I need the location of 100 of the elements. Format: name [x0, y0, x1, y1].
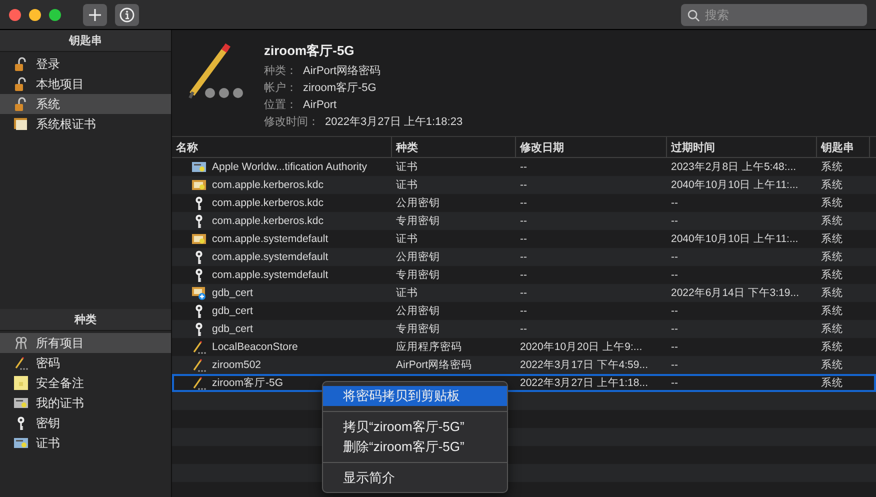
info-button[interactable]	[115, 4, 139, 26]
table-cell: --	[671, 197, 678, 209]
table-cell: --	[671, 359, 678, 371]
field-label: 种类：	[264, 64, 297, 79]
menu-item[interactable]: 删除“ziroom客厅-5G”	[323, 437, 507, 457]
add-button[interactable]	[83, 4, 107, 26]
certificate-icon	[14, 117, 28, 131]
field-value: AirPort网络密码	[303, 64, 381, 79]
sidebar-item[interactable]: 证书	[0, 433, 171, 453]
table-cell: 系统	[821, 178, 843, 192]
table-cell: --	[520, 305, 527, 317]
column-header[interactable]: 种类	[392, 137, 516, 157]
table-cell: 2022年3月17日 下午4:59...	[520, 358, 648, 372]
table-cell: 系统	[821, 232, 843, 246]
sidebar-item[interactable]: 密钥	[0, 413, 171, 433]
table-cell: AirPort网络密码	[396, 358, 472, 372]
table-cell: 证书	[396, 286, 418, 300]
pencil-icon	[192, 340, 206, 354]
field-label: 帐户：	[264, 81, 297, 96]
table-cell: Apple Worldw...tification Authority	[212, 161, 368, 173]
table-cell: com.apple.kerberos.kdc	[212, 197, 324, 209]
search-icon	[687, 8, 700, 22]
padlock-icon	[14, 77, 28, 91]
keys-icon	[14, 336, 28, 350]
table-cell: 证书	[396, 232, 418, 246]
table-cell: --	[520, 197, 527, 209]
table-row[interactable]: gdb_cert 专用密钥 -- -- 系统	[172, 320, 876, 338]
certificate-icon	[14, 396, 28, 410]
table-cell: --	[671, 251, 678, 263]
table-cell: 系统	[821, 340, 843, 354]
table-cell: 系统	[821, 160, 843, 174]
section-header: 钥匙串	[69, 34, 102, 48]
table-cell: 系统	[821, 322, 843, 336]
pencil-icon	[14, 356, 28, 370]
sidebar-item[interactable]: 安全备注	[0, 373, 171, 393]
table-cell: --	[671, 341, 678, 353]
table-row[interactable]: ziroom502 AirPort网络密码 2022年3月17日 下午4:59... -- 系统	[172, 356, 876, 374]
table-row[interactable]: com.apple.systemdefault 公用密钥 -- -- 系统	[172, 248, 876, 266]
pencil-icon	[192, 376, 206, 390]
field-label: 位置：	[264, 98, 297, 113]
table-cell: gdb_cert	[212, 323, 253, 335]
certificate-icon	[14, 436, 28, 450]
column-header[interactable]: 钥匙串	[817, 137, 870, 157]
menu-item[interactable]: 显示简介	[323, 468, 507, 488]
sidebar-item[interactable]: 登录	[0, 54, 171, 74]
table-cell: com.apple.kerberos.kdc	[212, 215, 324, 227]
zoom-button[interactable]	[49, 8, 61, 20]
table-cell: 公用密钥	[396, 250, 440, 264]
table-cell: 系统	[821, 286, 843, 300]
table-cell: --	[520, 161, 527, 173]
padlock-icon	[14, 97, 28, 111]
table-cell: --	[671, 377, 678, 389]
item-title: ziroom客厅-5G	[264, 42, 356, 60]
table-cell: --	[671, 215, 678, 227]
table-cell: 2020年10月20日 上午9:...	[520, 340, 642, 354]
table-row[interactable]: com.apple.kerberos.kdc 专用密钥 -- -- 系统	[172, 212, 876, 230]
sidebar-item[interactable]: 所有项目	[0, 333, 171, 353]
table-cell: ziroom客厅-5G	[212, 376, 284, 390]
table-row[interactable]: gdb_cert 证书 -- 2022年6月14日 下午3:19... 系统	[172, 284, 876, 302]
column-header[interactable]: 过期时间	[667, 137, 817, 157]
table-cell: 系统	[821, 304, 843, 318]
table-cell: --	[520, 233, 527, 245]
field-label: 修改时间：	[264, 115, 319, 130]
note-icon	[14, 376, 28, 390]
column-header[interactable]: 修改日期	[516, 137, 667, 157]
field-value: 2022年3月27日 上午1:18:23	[325, 115, 463, 130]
table-cell: 系统	[821, 250, 843, 264]
certificate-plus-icon	[192, 286, 206, 300]
table-cell: 系统	[821, 358, 843, 372]
search-field[interactable]: 搜索	[681, 4, 867, 26]
table-cell: 2040年10月10日 上午11:...	[671, 178, 798, 192]
plus-icon	[88, 8, 102, 22]
table-cell: 系统	[821, 214, 843, 228]
table-cell: 2022年3月27日 上午1:18...	[520, 376, 648, 390]
info-icon	[119, 6, 135, 22]
table-cell: 公用密钥	[396, 196, 440, 210]
close-button[interactable]	[9, 8, 21, 20]
sidebar-item[interactable]: 系统	[0, 94, 171, 114]
sidebar-item[interactable]: 我的证书	[0, 393, 171, 413]
table-cell: --	[520, 179, 527, 191]
table-cell: 应用程序密码	[396, 340, 462, 354]
menu-item[interactable]: 将密码拷贝到剪贴板	[323, 386, 507, 406]
table-cell: 系统	[821, 196, 843, 210]
table-cell: 专用密钥	[396, 214, 440, 228]
column-header[interactable]: 名称	[172, 137, 392, 157]
minimize-button[interactable]	[29, 8, 41, 20]
table-cell: --	[671, 269, 678, 281]
table-cell: 专用密钥	[396, 268, 440, 282]
table-cell: --	[520, 287, 527, 299]
table-cell: --	[520, 269, 527, 281]
table-cell: com.apple.systemdefault	[212, 233, 328, 245]
sidebar-item[interactable]: 系统根证书	[0, 114, 171, 134]
sidebar-item[interactable]: 密码	[0, 353, 171, 373]
table-cell: 系统	[821, 376, 843, 390]
table-row[interactable]: com.apple.kerberos.kdc 证书 -- 2040年10月10日 上午11:... 系统	[172, 176, 876, 194]
sidebar-item[interactable]: 本地项目	[0, 74, 171, 94]
menu-item[interactable]: 拷贝“ziroom客厅-5G”	[323, 417, 507, 437]
table-cell: com.apple.systemdefault	[212, 251, 328, 263]
table-cell: 证书	[396, 178, 418, 192]
table-cell: 公用密钥	[396, 304, 440, 318]
